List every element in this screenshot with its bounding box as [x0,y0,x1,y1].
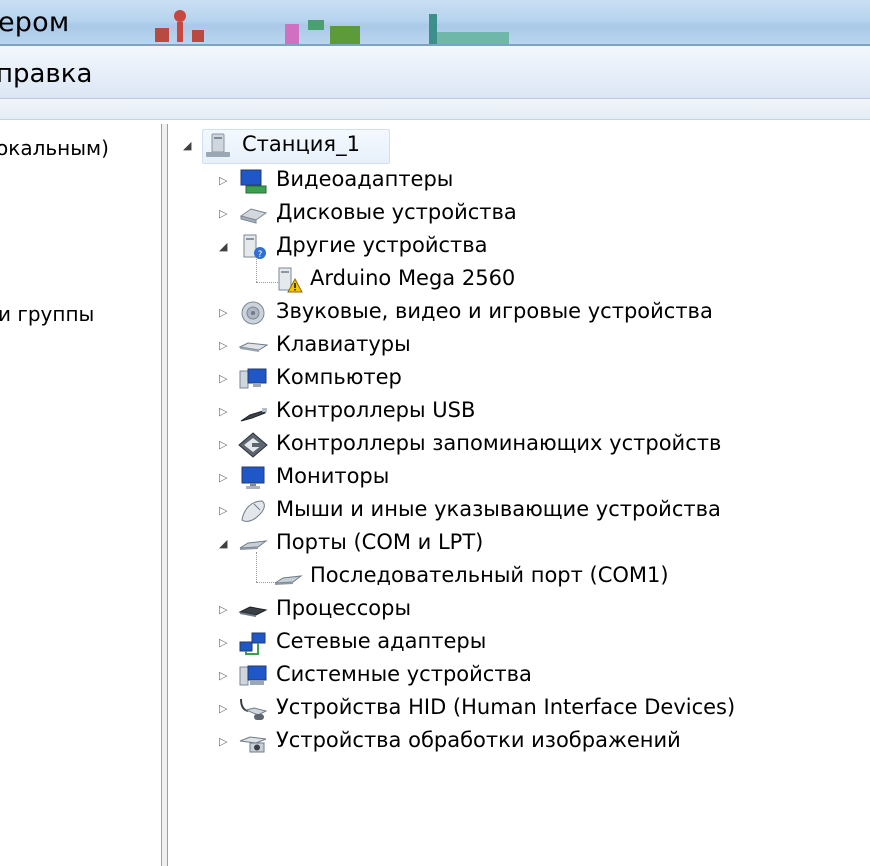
expand-arrow-icon[interactable]: ▷ [219,669,227,682]
tree-node-label: Контроллеры USB [276,398,476,422]
tree-node-label: Мыши и иные указывающие устройства [276,497,721,521]
tree-node-label: Видеоадаптеры [276,167,454,191]
svg-text:?: ? [258,250,263,260]
tree-node-label: Порты (COM и LPT) [276,530,484,554]
decorative-objects-icon [285,20,360,46]
expand-arrow-icon[interactable]: ▷ [219,603,227,616]
tree-node[interactable]: ▷ Системные устройства [168,660,768,690]
tree-node[interactable]: ◢ ? Другие устройства [168,231,768,261]
computer-icon [239,368,267,389]
tree-node[interactable]: ▷ Дисковые устройства [168,198,768,228]
imaging-device-icon [239,736,267,753]
expand-arrow-icon[interactable]: ▷ [219,504,227,517]
tree-node-label: Мониторы [276,464,390,488]
unknown-device-icon: ? [243,234,266,260]
display-adapter-icon [240,169,267,194]
tree-node[interactable]: ▷ Мыши и иные указывающие устройства [168,495,768,525]
tree-node-label: Устройства обработки изображений [276,728,681,752]
tree-node-label: Процессоры [276,596,412,620]
tree-leaf[interactable]: Последовательный порт (COM1) [168,561,768,591]
tree-node-label: Звуковые, видео и игровые устройства [276,299,713,323]
storage-controller-icon [238,432,268,458]
tree-leaf-label: Arduino Mega 2560 [310,266,516,290]
tree-node[interactable]: ▷ Мониторы [168,462,768,492]
tree-node-label: Дисковые устройства [276,200,517,224]
tree-node[interactable]: ◢ Порты (COM и LPT) [168,528,768,558]
expand-arrow-icon[interactable]: ▷ [219,702,227,715]
left-pane: окальным) и группы [0,124,162,866]
decorative-figures-icon [155,10,204,42]
expand-arrow-icon[interactable]: ▷ [219,438,227,451]
tree-node-label: Устройства HID (Human Interface Devices) [276,695,736,719]
system-device-icon [239,665,267,686]
expand-arrow-icon[interactable]: ▷ [219,339,227,352]
tree-node-label: Клавиатуры [276,332,411,356]
tree-node-label: Контроллеры запоминающих устройств [276,431,722,455]
expand-arrow-icon[interactable]: ▷ [219,174,227,187]
tree-node[interactable]: ▷ Процессоры [168,594,768,624]
menu-bar: правка [0,46,870,99]
port-icon [239,540,268,550]
expand-arrow-icon[interactable]: ▷ [219,735,227,748]
expand-arrow-icon[interactable]: ▷ [219,471,227,484]
expand-arrow-icon[interactable]: ▷ [219,636,227,649]
expand-arrow-icon[interactable]: ▷ [219,405,227,418]
tree-node-label: Компьютер [276,365,402,389]
mouse-icon [241,500,265,522]
tree-node[interactable]: ▷ Видеоадаптеры [168,165,768,195]
device-tree: ◢ Станция_1 ▷ Видеоадаптеры ▷ Дисковые у… [168,124,870,866]
tree-leaf-label: Последовательный порт (COM1) [310,563,669,587]
speaker-icon [241,301,265,325]
tree-node[interactable]: ▷ Звуковые, видео и игровые устройства [168,297,768,327]
tree-node[interactable]: ▷ Клавиатуры [168,330,768,360]
tree-node[interactable]: ▷ Контроллеры USB [168,396,768,426]
window-title: ером [0,7,70,38]
tree-root[interactable]: ◢ Станция_1 [168,129,468,164]
collapse-arrow-icon[interactable]: ◢ [219,240,227,253]
tree-node-label: Сетевые адаптеры [276,629,487,653]
computer-station-icon [206,133,230,157]
tree-node-label: Системные устройства [276,662,532,686]
left-pane-item[interactable]: и группы [0,302,94,326]
tree-leaf[interactable]: Arduino Mega 2560 [168,264,768,294]
network-adapter-icon [239,632,266,655]
toolbar [0,99,870,120]
tree-node[interactable]: ▷ Контроллеры запоминающих устройств [168,429,768,459]
monitor-icon [241,466,265,489]
device-warning-icon [278,267,303,293]
expand-arrow-icon[interactable]: ▷ [219,306,227,319]
keyboard-icon [238,342,268,352]
usb-icon [240,408,267,422]
tree-node[interactable]: ▷ Компьютер [168,363,768,393]
tree-node[interactable]: ▷ Сетевые адаптеры [168,627,768,657]
disk-drive-icon [239,208,268,224]
expand-arrow-icon[interactable]: ▷ [219,207,227,220]
hid-icon [240,698,268,720]
tree-root-label: Станция_1 [242,132,360,156]
processor-icon [238,606,268,617]
tree-node[interactable]: ▷ Устройства HID (Human Interface Device… [168,693,768,723]
expand-arrow-icon[interactable]: ▷ [219,372,227,385]
title-bar: ером [0,0,870,46]
menu-help[interactable]: правка [0,59,92,89]
collapse-arrow-icon[interactable]: ◢ [219,537,227,550]
tree-node-label: Другие устройства [276,233,488,257]
decorative-bar-icon [429,14,509,46]
left-pane-item[interactable]: окальным) [0,136,109,160]
collapse-arrow-icon[interactable]: ◢ [183,139,191,152]
serial-port-icon [274,575,303,585]
tree-node[interactable]: ▷ Устройства обработки изображений [168,726,768,756]
